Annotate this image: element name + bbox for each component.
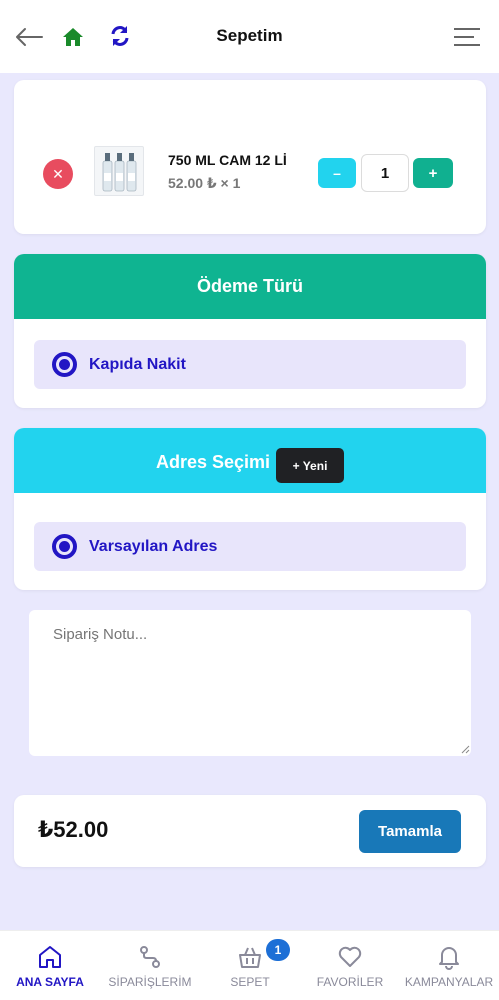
nav-item-favorites[interactable]: FAVORİLER	[300, 931, 400, 1000]
payment-option-cash-on-delivery[interactable]: Kapıda Nakit	[34, 340, 466, 389]
product-image	[94, 146, 144, 196]
new-address-button[interactable]: + Yeni	[276, 448, 344, 483]
address-selection-card: Adres Seçimi + Yeni Varsayılan Adres	[14, 428, 486, 590]
product-name: 750 ML CAM 12 Lİ	[168, 152, 287, 168]
resize-grip-icon[interactable]	[460, 744, 470, 754]
radio-selected-icon[interactable]	[52, 534, 77, 559]
nav-label: KAMPANYALAR	[404, 975, 494, 989]
address-option-default[interactable]: Varsayılan Adres	[34, 522, 466, 571]
menu-icon	[454, 28, 480, 46]
address-selection-title: Adres Seçimi	[156, 452, 271, 472]
route-icon	[136, 943, 164, 971]
basket-icon	[236, 943, 264, 971]
total-price: ₺52.00	[38, 817, 109, 842]
address-option-label: Varsayılan Adres	[89, 537, 218, 555]
close-icon: ✕	[52, 165, 64, 182]
nav-label: ANA SAYFA	[16, 975, 84, 989]
increase-quantity-button[interactable]: +	[413, 158, 453, 188]
radio-selected-icon[interactable]	[52, 352, 77, 377]
product-price: 52.00 ₺ × 1	[168, 175, 241, 191]
bottom-navigation: ANA SAYFA SİPARİŞLERİM SEPET FAVORİLER K…	[0, 930, 499, 1000]
complete-order-button[interactable]: Tamamla	[359, 810, 461, 853]
payment-option-label: Kapıda Nakit	[89, 355, 186, 373]
menu-button[interactable]	[450, 22, 484, 52]
payment-type-title: Ödeme Türü	[14, 254, 486, 319]
nav-item-home[interactable]: ANA SAYFA	[0, 931, 100, 1000]
order-summary-card: ₺52.00 Tamamla	[14, 795, 486, 867]
nav-label: FAVORİLER	[316, 975, 384, 989]
payment-type-card: Ödeme Türü Kapıda Nakit	[14, 254, 486, 408]
quantity-input[interactable]: 1	[361, 154, 409, 192]
decrease-quantity-button[interactable]: –	[318, 158, 356, 188]
cart-count-badge: 1	[266, 939, 290, 961]
order-note-textarea[interactable]	[29, 610, 471, 756]
remove-item-button[interactable]: ✕	[43, 159, 73, 189]
bell-icon	[435, 943, 463, 971]
cart-item-card: ✕ 750 ML CAM 12 Lİ 52.00 ₺ × 1 – 1 +	[14, 80, 486, 234]
nav-item-campaigns[interactable]: KAMPANYALAR	[399, 931, 499, 1000]
page-title: Sepetim	[216, 26, 283, 45]
nav-item-orders[interactable]: SİPARİŞLERİM	[100, 931, 200, 1000]
home-outline-icon	[36, 943, 64, 971]
heart-icon	[336, 943, 364, 971]
nav-label: SEPET	[230, 975, 270, 989]
app-header: Sepetim	[0, 0, 499, 73]
nav-label: SİPARİŞLERİM	[108, 975, 192, 989]
